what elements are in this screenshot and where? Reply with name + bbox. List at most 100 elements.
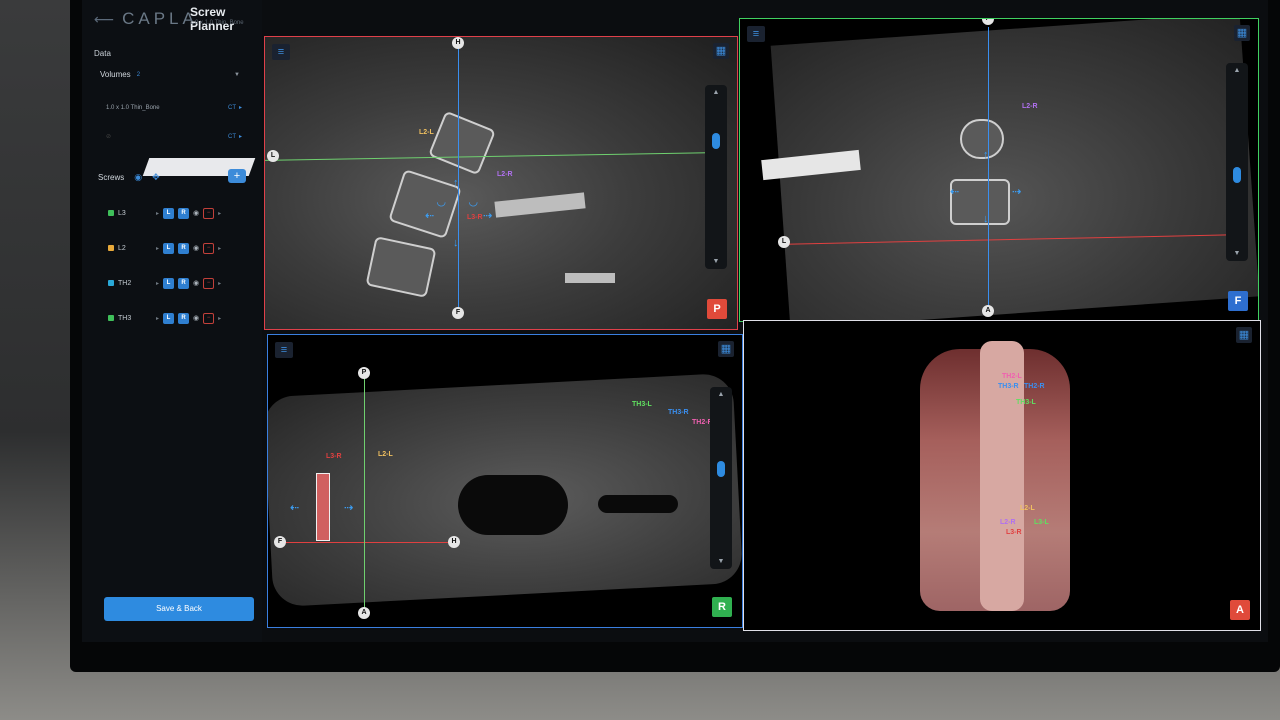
viewport-menu-icon[interactable]: ≡ xyxy=(272,44,290,60)
expand-icon[interactable]: ▸ xyxy=(156,245,159,252)
screw-label-l2-r: L2-R xyxy=(497,171,513,178)
data-section-label: Data xyxy=(94,49,111,58)
scroll-down-icon[interactable]: ▼ xyxy=(705,258,727,265)
layout-grid-icon[interactable]: ▦ xyxy=(713,43,729,59)
eye-icon[interactable]: ◉ xyxy=(134,172,142,183)
screw-body[interactable] xyxy=(316,473,330,541)
move-right-handle-icon[interactable]: ⇢ xyxy=(483,209,492,222)
axis-label-left: L xyxy=(267,150,279,162)
chevron-right-icon[interactable]: ▸ xyxy=(218,315,221,322)
screw-name: L2 xyxy=(118,244,126,252)
delete-screw-button[interactable]: − xyxy=(203,277,215,289)
move-left-handle-icon[interactable]: ⇠ xyxy=(290,501,299,514)
chevron-right-icon[interactable]: ▸ xyxy=(218,245,221,252)
slice-scroll-thumb[interactable] xyxy=(1233,167,1241,183)
scroll-up-icon[interactable]: ▲ xyxy=(710,391,732,398)
left-screw-toggle[interactable]: L xyxy=(163,207,175,219)
move-left-handle-icon[interactable]: ⇠ xyxy=(950,185,959,198)
eye-icon[interactable]: ◉ xyxy=(193,279,199,287)
layout-grid-icon[interactable]: ▦ xyxy=(1236,327,1252,343)
axial-plane-line[interactable] xyxy=(364,373,365,613)
screw-color-swatch xyxy=(108,245,114,251)
volume-type-badge: CT xyxy=(227,104,236,111)
move-down-handle-icon[interactable]: ↓ xyxy=(983,213,989,225)
move-left-handle-icon[interactable]: ⇠ xyxy=(425,209,434,222)
eye-icon[interactable]: ◉ xyxy=(193,244,199,252)
move-up-handle-icon[interactable]: ↑ xyxy=(453,177,459,189)
rotate-right-handle-icon[interactable]: ◡ xyxy=(469,195,477,208)
move-right-handle-icon[interactable]: ⇢ xyxy=(1012,185,1021,198)
screw-row-th3[interactable]: TH3 ▸ L R ◉ − ▸ xyxy=(108,311,248,325)
left-screw-toggle[interactable]: L xyxy=(163,242,175,254)
move-icon[interactable]: ✥ xyxy=(152,172,160,183)
axis-label-top: P xyxy=(358,367,370,379)
chevron-right-icon[interactable]: ▸ xyxy=(239,133,242,140)
save-and-back-button[interactable]: Save & Back xyxy=(104,597,254,621)
move-down-handle-icon[interactable]: ↓ xyxy=(453,237,459,249)
slice-scrollbar[interactable]: ▲ ▼ xyxy=(1226,63,1248,261)
screw-label-l3-r: L3-R xyxy=(1006,529,1022,536)
screw-label-l3-r: L3-R xyxy=(467,214,483,221)
screw-label-th3-l: TH3-L xyxy=(1016,399,1036,406)
axis-label-bottom: A xyxy=(358,607,370,619)
slice-scroll-thumb[interactable] xyxy=(712,133,720,149)
delete-screw-button[interactable]: − xyxy=(203,207,215,219)
airway-shape xyxy=(458,475,568,535)
screw-row-l3[interactable]: L3 ▸ L R ◉ − ▸ xyxy=(108,206,248,220)
expand-icon[interactable]: ▸ xyxy=(156,210,159,217)
screw-color-swatch xyxy=(108,315,114,321)
volume-item[interactable]: 1.0 x 1.0 Thin_Bone CT ▸ xyxy=(106,104,242,112)
glare-bar xyxy=(565,273,615,283)
rotate-left-handle-icon[interactable]: ◡ xyxy=(437,195,445,208)
right-screw-toggle[interactable]: R xyxy=(178,277,190,289)
scroll-down-icon[interactable]: ▼ xyxy=(710,558,732,565)
screw-label-th2-l: TH2-L xyxy=(1002,373,1022,380)
hidden-icon[interactable]: ⊘ xyxy=(106,133,111,140)
chevron-right-icon[interactable]: ▸ xyxy=(239,104,242,111)
volume-3d-viewport[interactable]: TH2-L TH3-R TH2-R TH3-L L2-L L3-L L2-R L… xyxy=(743,320,1261,631)
add-screw-button[interactable]: + xyxy=(228,169,246,183)
eye-icon[interactable]: ◉ xyxy=(193,209,199,217)
volumes-header[interactable]: Volumes 2 ▼ xyxy=(100,70,240,79)
coronal-plane-line[interactable] xyxy=(988,27,989,313)
screw-label-l2-l: L2-L xyxy=(378,451,393,458)
scroll-down-icon[interactable]: ▼ xyxy=(1226,250,1248,257)
screw-row-th2[interactable]: TH2 ▸ L R ◉ − ▸ xyxy=(108,276,248,290)
delete-screw-button[interactable]: − xyxy=(203,242,215,254)
slice-scrollbar[interactable]: ▲ ▼ xyxy=(710,387,732,569)
move-up-handle-icon[interactable]: ↑ xyxy=(983,149,989,161)
airway-shape xyxy=(598,495,678,513)
expand-icon[interactable]: ▸ xyxy=(156,315,159,322)
brand: ⟵ CAPLA xyxy=(94,8,198,30)
chevron-down-icon[interactable]: ▼ xyxy=(234,72,240,78)
expand-icon[interactable]: ▸ xyxy=(156,280,159,287)
viewport-menu-icon[interactable]: ≡ xyxy=(275,342,293,358)
volume-item[interactable]: ⊘ CT ▸ xyxy=(106,133,242,141)
right-screw-toggle[interactable]: R xyxy=(178,242,190,254)
delete-screw-button[interactable]: − xyxy=(203,312,215,324)
sidebar: ⟵ CAPLA Screw Planner 1.0 x 1.0 Thin_Bon… xyxy=(82,0,262,642)
viewport-menu-icon[interactable]: ≡ xyxy=(747,26,765,42)
axial-viewport[interactable]: P A L L2-R ⇠ ⇢ ↑ ↓ ▲ ▼ ≡ ▦ F xyxy=(739,18,1259,322)
sagittal-plane-line[interactable] xyxy=(284,542,454,543)
left-screw-toggle[interactable]: L xyxy=(163,277,175,289)
screw-name: TH3 xyxy=(118,314,132,322)
chevron-right-icon[interactable]: ▸ xyxy=(218,210,221,217)
move-right-handle-icon[interactable]: ⇢ xyxy=(344,501,353,514)
coronal-viewport[interactable]: P A F H L3-R L2-L TH3-L TH3-R TH2-R ⇠ ⇢ … xyxy=(267,334,743,628)
spine-column xyxy=(980,341,1024,611)
layout-grid-icon[interactable]: ▦ xyxy=(1234,25,1250,41)
screw-row-l2[interactable]: L2 ▸ L R ◉ − ▸ xyxy=(108,241,248,255)
slice-scrollbar[interactable]: ▲ ▼ xyxy=(705,85,727,269)
left-screw-toggle[interactable]: L xyxy=(163,312,175,324)
scroll-up-icon[interactable]: ▲ xyxy=(1226,67,1248,74)
slice-scroll-thumb[interactable] xyxy=(717,461,725,477)
back-arrow-icon[interactable]: ⟵ xyxy=(94,11,114,28)
scroll-up-icon[interactable]: ▲ xyxy=(705,89,727,96)
chevron-right-icon[interactable]: ▸ xyxy=(218,280,221,287)
eye-icon[interactable]: ◉ xyxy=(193,314,199,322)
layout-grid-icon[interactable]: ▦ xyxy=(718,341,734,357)
right-screw-toggle[interactable]: R xyxy=(178,312,190,324)
right-screw-toggle[interactable]: R xyxy=(178,207,190,219)
sagittal-viewport[interactable]: H F L L2-L L2-R L3-R ⇠ ⇢ ↑ ↓ ◡ ◡ ▲ ▼ ≡ ▦… xyxy=(264,36,738,330)
